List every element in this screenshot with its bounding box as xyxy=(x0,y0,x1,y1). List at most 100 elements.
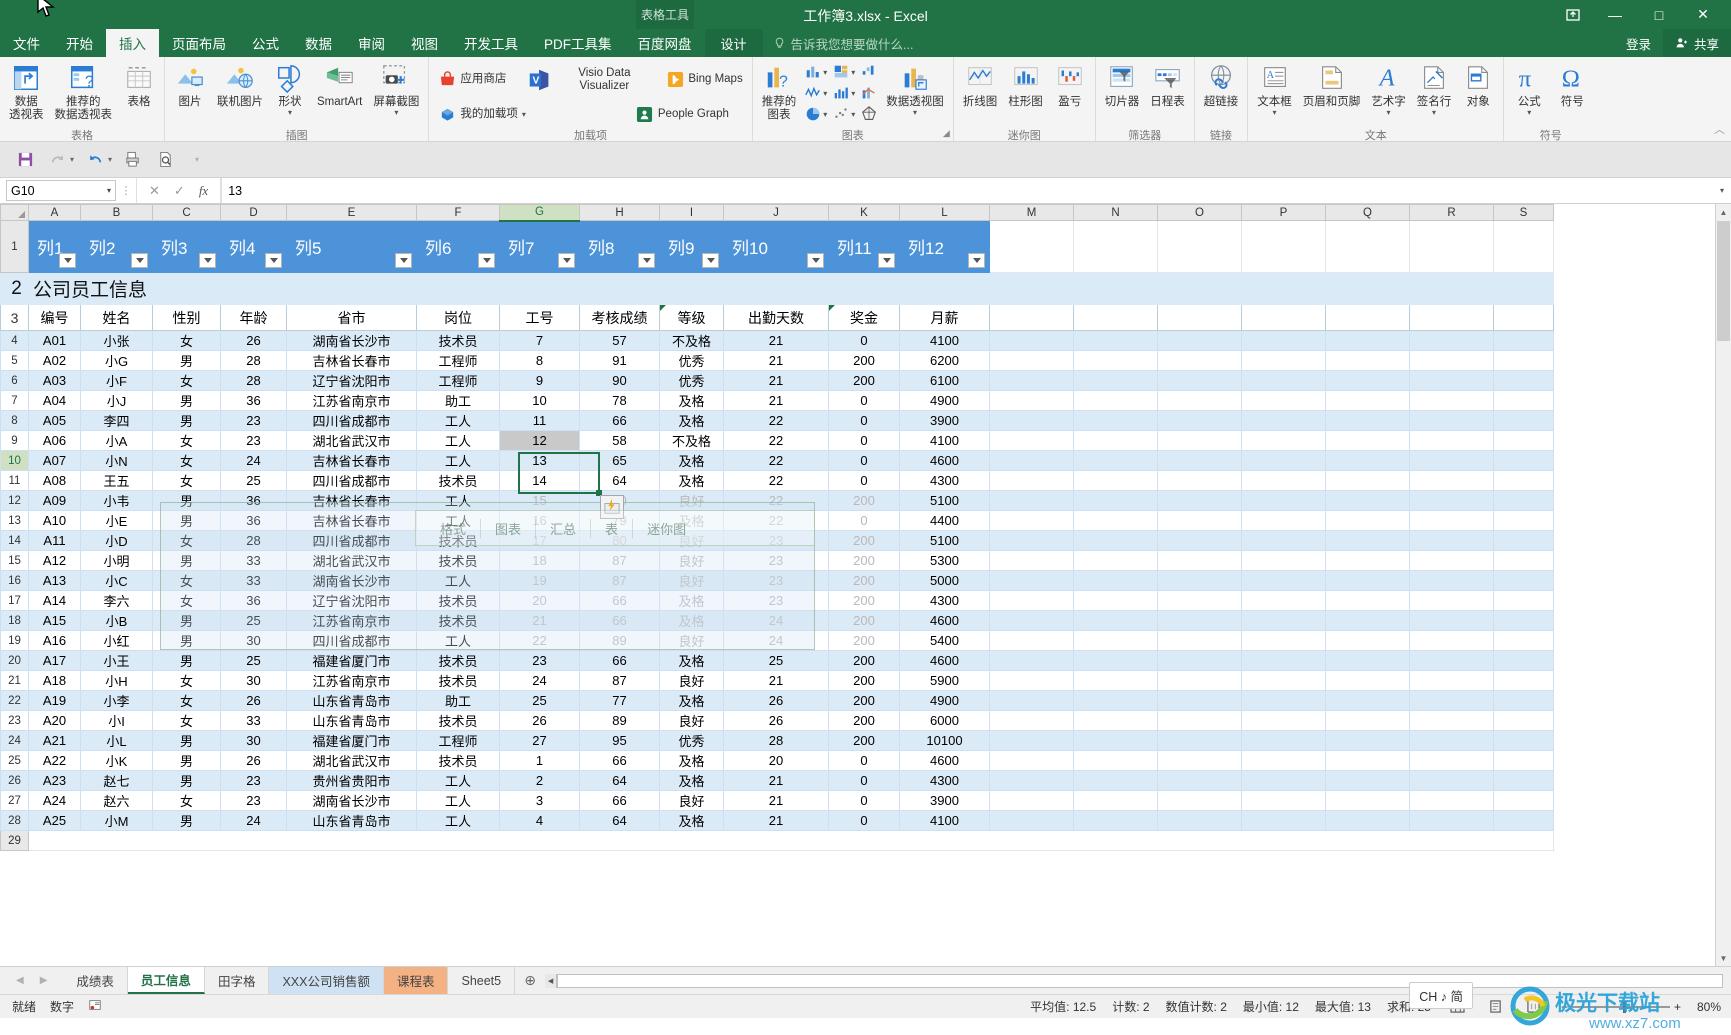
cell-A28[interactable]: A25 xyxy=(28,810,81,831)
cell-A6[interactable]: A03 xyxy=(28,370,81,391)
cell-B16[interactable]: 小C xyxy=(80,570,153,591)
cell-H8[interactable]: 66 xyxy=(579,410,660,431)
cell-R28[interactable] xyxy=(1409,810,1494,831)
timeline-button[interactable]: 日程表 xyxy=(1145,60,1190,111)
cell-S20[interactable] xyxy=(1493,650,1554,671)
column-header-H[interactable]: H xyxy=(579,204,660,221)
cell-K14[interactable]: 200 xyxy=(828,530,900,551)
save-button[interactable] xyxy=(10,147,40,173)
col-title-grade[interactable]: 等级 xyxy=(659,304,724,331)
cell-S28[interactable] xyxy=(1493,810,1554,831)
cell-M15[interactable] xyxy=(989,550,1074,571)
people-graph-button[interactable]: People Graph xyxy=(631,103,734,127)
cell-N7[interactable] xyxy=(1073,390,1158,411)
cell-S9[interactable] xyxy=(1493,430,1554,451)
radar-chart-button[interactable] xyxy=(858,104,880,124)
filter-button-10[interactable] xyxy=(807,253,824,268)
redo-caret-icon[interactable]: ▾ xyxy=(70,155,74,164)
cell-O8[interactable] xyxy=(1157,410,1242,431)
cell-B6[interactable]: 小F xyxy=(80,370,153,391)
table-col-header-12[interactable]: 列12 xyxy=(899,220,990,273)
cell-O19[interactable] xyxy=(1157,630,1242,651)
cell-R4[interactable] xyxy=(1409,330,1494,351)
cell-Q22[interactable] xyxy=(1325,690,1410,711)
cell-L5[interactable]: 6200 xyxy=(899,350,990,371)
cell-S10[interactable] xyxy=(1493,450,1554,471)
cell-D19[interactable]: 30 xyxy=(220,630,287,651)
cell-K9[interactable]: 0 xyxy=(828,430,900,451)
table-col-header-9[interactable]: 列9 xyxy=(659,220,724,273)
cell-G27[interactable]: 3 xyxy=(499,790,580,811)
cell-A14[interactable]: A11 xyxy=(28,530,81,551)
cell-C14[interactable]: 女 xyxy=(152,530,221,551)
cell-G25[interactable]: 1 xyxy=(499,750,580,771)
cell-R27[interactable] xyxy=(1409,790,1494,811)
cell-G9[interactable]: 12 xyxy=(499,430,580,451)
cell-M3[interactable] xyxy=(989,304,1074,331)
filter-button-4[interactable] xyxy=(265,253,282,268)
table-col-header-1[interactable]: 列1 xyxy=(28,220,81,273)
cell-J16[interactable]: 23 xyxy=(723,570,829,591)
cell-J18[interactable]: 24 xyxy=(723,610,829,631)
cell-E10[interactable]: 吉林省长春市 xyxy=(286,450,417,471)
cell-M22[interactable] xyxy=(989,690,1074,711)
cell-S24[interactable] xyxy=(1493,730,1554,751)
cell-S12[interactable] xyxy=(1493,490,1554,511)
table-row[interactable]: 22 A19 小李女 26 山东省青岛市 助工 25 77 及格 26 200 4900 xyxy=(0,690,1554,711)
column-header-D[interactable]: D xyxy=(220,204,287,221)
cell-A9[interactable]: A06 xyxy=(28,430,81,451)
column-header-K[interactable]: K xyxy=(828,204,900,221)
cell-M19[interactable] xyxy=(989,630,1074,651)
cell-O25[interactable] xyxy=(1157,750,1242,771)
column-chart-button[interactable]: ▾ xyxy=(802,62,829,82)
cell-D22[interactable]: 26 xyxy=(220,690,287,711)
row-header-15[interactable]: 15 xyxy=(0,550,29,571)
cell-E25[interactable]: 湖北省武汉市 xyxy=(286,750,417,771)
filter-button-5[interactable] xyxy=(395,253,412,268)
cell-D14[interactable]: 28 xyxy=(220,530,287,551)
row-header-29[interactable]: 29 xyxy=(0,830,29,851)
add-sheet-button[interactable]: ⊕ xyxy=(515,967,545,994)
hierarchy-chart-caret-icon[interactable]: ▾ xyxy=(851,68,855,76)
cell-D4[interactable]: 26 xyxy=(220,330,287,351)
col-title-id[interactable]: 编号 xyxy=(28,304,81,331)
cell-E14[interactable]: 四川省成都市 xyxy=(286,530,417,551)
cell-R16[interactable] xyxy=(1409,570,1494,591)
sheet-tab-yuangongxinxi[interactable]: 员工信息 xyxy=(127,967,205,994)
row-header-16[interactable]: 16 xyxy=(0,570,29,591)
cell-O5[interactable] xyxy=(1157,350,1242,371)
cell-L17[interactable]: 4300 xyxy=(899,590,990,611)
cell-P2[interactable] xyxy=(1241,272,1326,305)
cell-B5[interactable]: 小G xyxy=(80,350,153,371)
cell-K10[interactable]: 0 xyxy=(828,450,900,471)
cell-S4[interactable] xyxy=(1493,330,1554,351)
cell-I22[interactable]: 及格 xyxy=(659,690,724,711)
cell-Q7[interactable] xyxy=(1325,390,1410,411)
cell-A24[interactable]: A21 xyxy=(28,730,81,751)
cell-N2[interactable] xyxy=(1073,272,1158,305)
table-row[interactable]: 7 A04 小J 男 36 江苏省南京市 助工 10 78 及格 21 0 4900 xyxy=(0,390,1554,411)
cell-H24[interactable]: 95 xyxy=(579,730,660,751)
cell-S19[interactable] xyxy=(1493,630,1554,651)
cell-A27[interactable]: A24 xyxy=(28,790,81,811)
cell-P16[interactable] xyxy=(1241,570,1326,591)
bar-chart-button[interactable]: ▾ xyxy=(830,83,857,103)
cell-J15[interactable]: 23 xyxy=(723,550,829,571)
cell-C25[interactable]: 男 xyxy=(152,750,221,771)
cell-E19[interactable]: 四川省成都市 xyxy=(286,630,417,651)
cell-M6[interactable] xyxy=(989,370,1074,391)
cell-G17[interactable]: 20 xyxy=(499,590,580,611)
cell-A11[interactable]: A08 xyxy=(28,470,81,491)
smartart-button[interactable]: SmartArt xyxy=(312,60,367,111)
cell-S11[interactable] xyxy=(1493,470,1554,491)
cell-I17[interactable]: 及格 xyxy=(659,590,724,611)
cell-E17[interactable]: 辽宁省沈阳市 xyxy=(286,590,417,611)
table-row[interactable]: 17 A14 李六女 36 辽宁省沈阳市 技术员 20 66 及格 23 200 4300 xyxy=(0,590,1554,611)
cell-L4[interactable]: 4100 xyxy=(899,330,990,351)
table-row[interactable]: 12A09小韦男36吉林省长春市工人1580良好222005100 xyxy=(0,490,1554,511)
cell-D20[interactable]: 25 xyxy=(220,650,287,671)
visio-visualizer-button[interactable]: V Visio Data Visualizer xyxy=(519,61,653,99)
cell-D21[interactable]: 30 xyxy=(220,670,287,691)
col-title-bonus[interactable]: 奖金 xyxy=(828,304,900,331)
cell-P10[interactable] xyxy=(1241,450,1326,471)
